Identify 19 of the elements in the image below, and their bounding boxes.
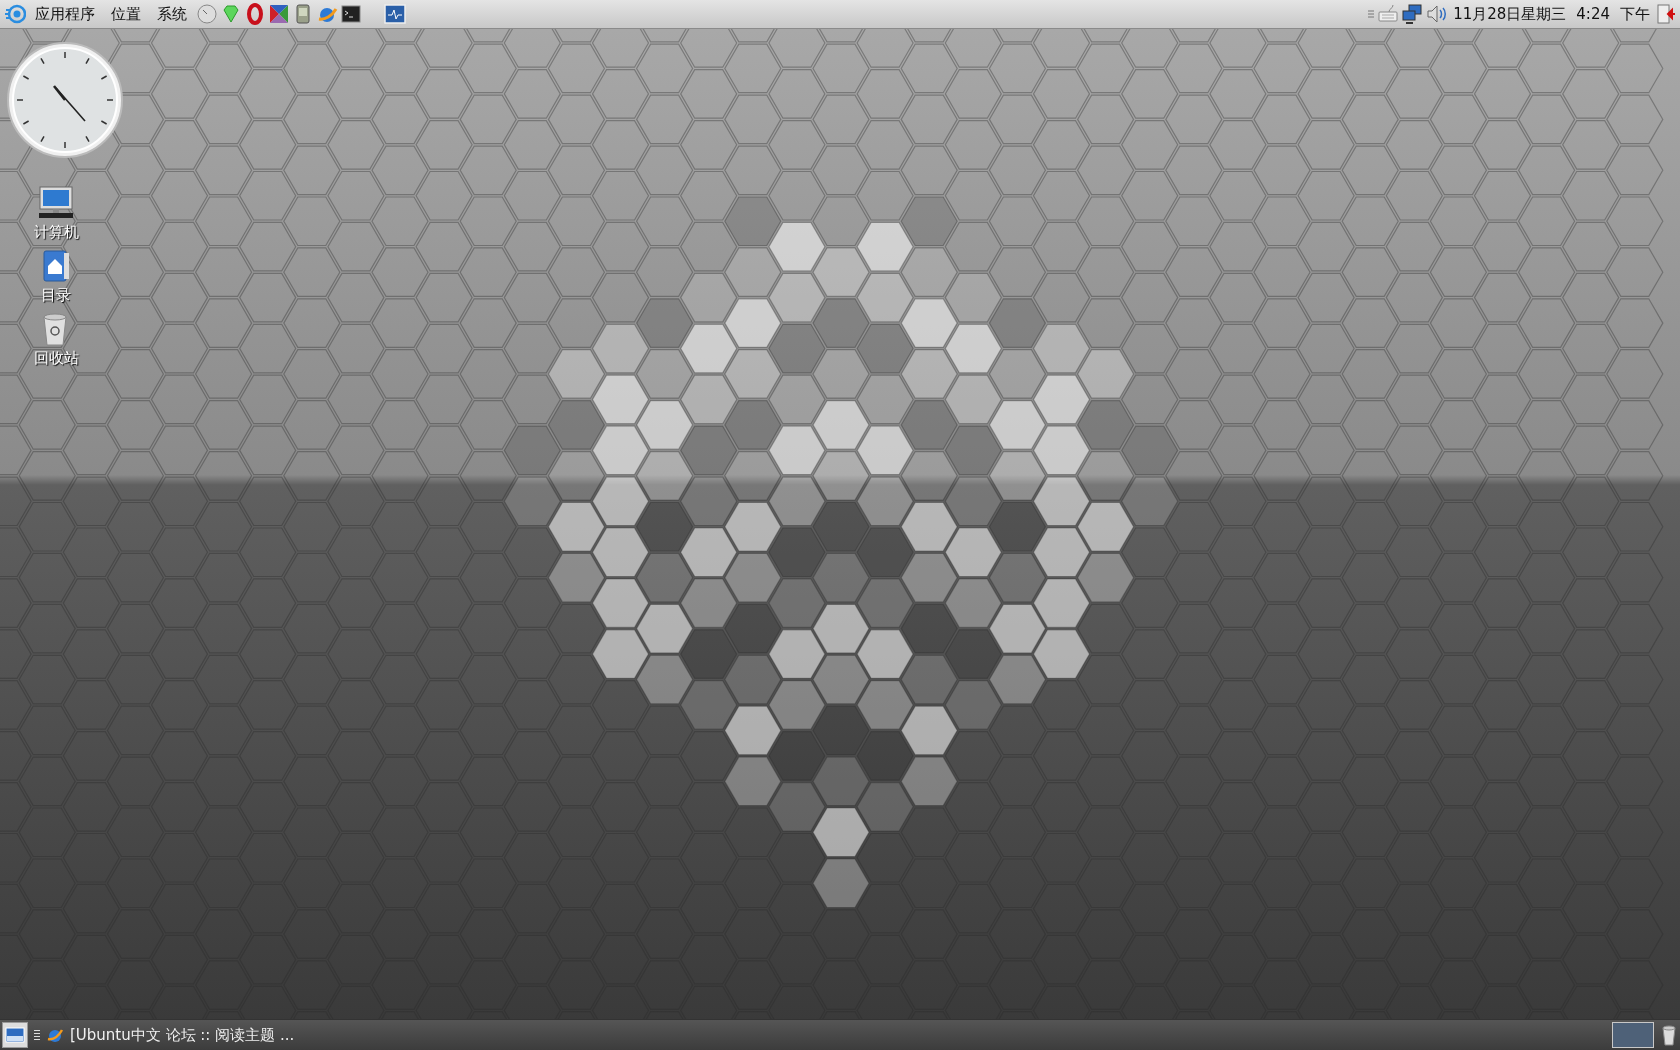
network-icon[interactable] [1401, 3, 1424, 25]
handle-icon [34, 1030, 40, 1040]
show-desktop-button[interactable] [2, 1022, 28, 1048]
terminal-icon[interactable] [340, 3, 362, 25]
period-text[interactable]: 下午 [1616, 4, 1654, 24]
time-text[interactable]: 4:24 [1572, 5, 1614, 23]
trash-icon[interactable] [1660, 1024, 1678, 1046]
main-menu-icon[interactable] [4, 3, 26, 25]
menu-item[interactable]: 位置 [104, 2, 148, 26]
menu-item[interactable]: 应用程序 [28, 2, 102, 26]
date-text[interactable]: 11月28日星期三 [1449, 4, 1571, 24]
workspace-switcher[interactable] [1612, 1022, 1654, 1048]
browser-launcher-icon[interactable] [244, 3, 266, 25]
system-monitor-icon[interactable] [384, 3, 406, 25]
volume-icon[interactable] [1425, 3, 1448, 25]
logout-icon[interactable] [1656, 3, 1676, 25]
taskbar-item[interactable]: [Ubuntu中文 论坛 :: 阅读主题 ... [70, 1025, 295, 1045]
clock-launcher-icon[interactable] [196, 3, 218, 25]
menu-item[interactable]: 系统 [150, 2, 194, 26]
